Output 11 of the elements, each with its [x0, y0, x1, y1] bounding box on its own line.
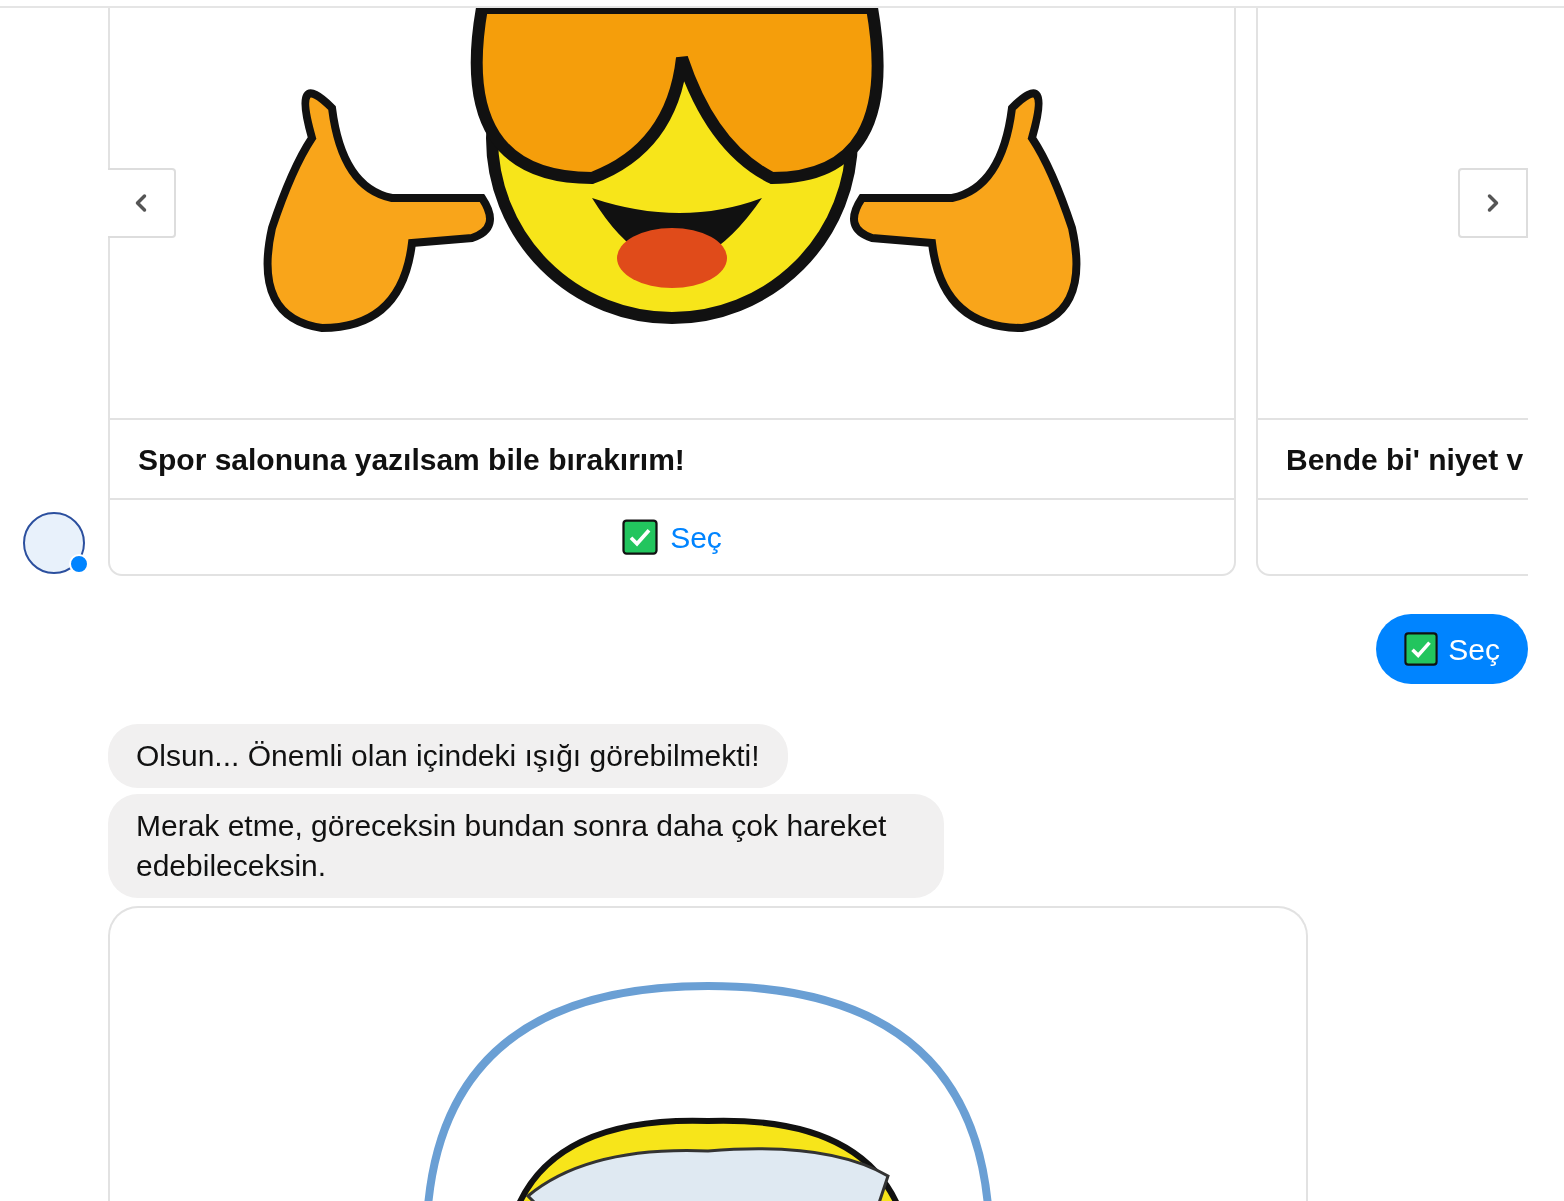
- card-title: Spor salonuna yazılsam bile bırakırım!: [138, 441, 685, 478]
- checkbox-icon: [1404, 632, 1439, 666]
- next-button[interactable]: [1458, 168, 1528, 238]
- checkbox-icon: [622, 519, 659, 555]
- quick-reply-bubble[interactable]: Seç: [1376, 614, 1528, 684]
- messenger-badge-icon: [69, 554, 89, 574]
- previous-button[interactable]: [108, 168, 176, 238]
- message-bubble: Olsun... Önemli olan içindeki ışığı görebilmekti!: [108, 724, 788, 788]
- select-button[interactable]: Seç: [622, 514, 722, 560]
- card-title: Bende bi' niyet v: [1286, 441, 1524, 478]
- message-bubble: Merak etme, göreceksin bundan sonra daha çok hareket edebileceksin.: [108, 794, 944, 898]
